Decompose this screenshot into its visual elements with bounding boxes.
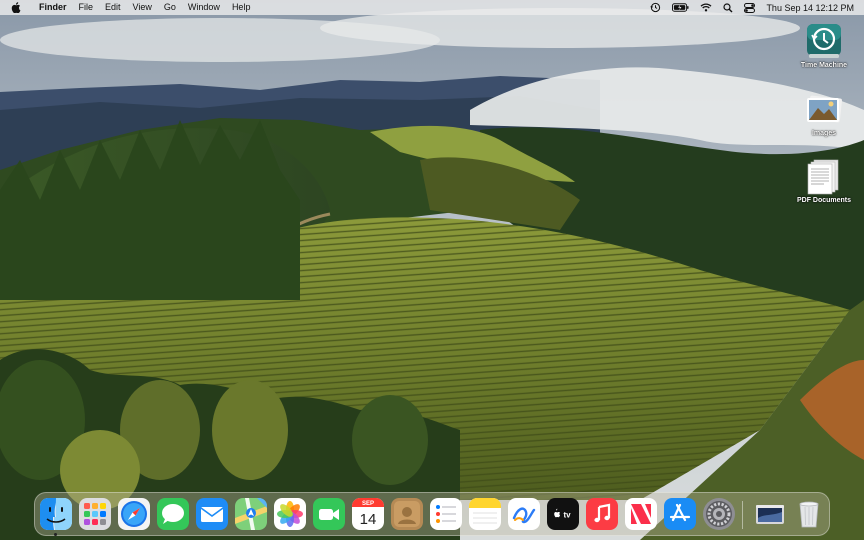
battery-icon[interactable] <box>672 3 689 12</box>
spotlight-search-icon[interactable] <box>723 2 733 13</box>
time-machine-status-icon[interactable] <box>650 2 661 13</box>
finder-running-indicator <box>54 533 57 536</box>
desktop-icon-time-machine[interactable]: Time Machine <box>789 21 859 69</box>
dock-notes-icon[interactable] <box>469 498 501 530</box>
dock-maps-icon[interactable] <box>235 498 267 530</box>
dock-divider <box>742 501 743 529</box>
desktop-icon-label: Time Machine <box>800 62 848 69</box>
menu-file[interactable]: File <box>73 0 100 15</box>
dock-tv-icon[interactable]: tv <box>547 498 579 530</box>
menu-help[interactable]: Help <box>226 0 257 15</box>
dock-safari-icon[interactable] <box>118 498 150 530</box>
desktop-wallpaper <box>0 0 864 540</box>
dock-freeform-icon[interactable] <box>508 498 540 530</box>
calendar-month: SEP <box>362 501 374 507</box>
dock-system-settings-icon[interactable] <box>703 498 735 530</box>
dock-news-icon[interactable] <box>625 498 657 530</box>
calendar-day: 14 <box>360 511 377 528</box>
desktop-icon-images[interactable]: Images <box>789 89 859 137</box>
dock-facetime-icon[interactable] <box>313 498 345 530</box>
dock-contacts-icon[interactable] <box>391 498 423 530</box>
dock-mail-icon[interactable] <box>196 498 228 530</box>
desktop-icon-pdf-documents[interactable]: PDF Documents <box>789 156 859 204</box>
desktop-icon-label: PDF Documents <box>796 197 852 204</box>
images-folder-icon <box>804 89 844 129</box>
dock-launchpad-icon[interactable] <box>79 498 111 530</box>
time-machine-icon <box>804 21 844 61</box>
dock-finder-icon[interactable] <box>40 498 72 530</box>
dock-screen-saver-window-icon[interactable] <box>754 498 786 530</box>
svg-text:tv: tv <box>563 511 571 520</box>
dock-music-icon[interactable] <box>586 498 618 530</box>
dock: SEP 14 tv <box>34 492 830 536</box>
apple-menu-icon[interactable] <box>11 2 23 13</box>
menu-window[interactable]: Window <box>182 0 226 15</box>
wifi-icon[interactable] <box>700 3 712 12</box>
menu-go[interactable]: Go <box>158 0 182 15</box>
dock-trash-icon[interactable] <box>793 498 825 530</box>
menu-edit[interactable]: Edit <box>99 0 127 15</box>
dock-app-store-icon[interactable] <box>664 498 696 530</box>
desktop-icon-label: Images <box>811 130 837 137</box>
dock-reminders-icon[interactable] <box>430 498 462 530</box>
control-center-icon[interactable] <box>744 2 756 13</box>
dock-messages-icon[interactable] <box>157 498 189 530</box>
menu-bar-clock[interactable]: Thu Sep 14 12:12 PM <box>766 3 854 13</box>
menu-app-name[interactable]: Finder <box>35 0 73 15</box>
pdf-documents-icon <box>804 156 844 196</box>
menu-bar: Finder File Edit View Go Window Help Thu… <box>0 0 864 15</box>
dock-photos-icon[interactable] <box>274 498 306 530</box>
dock-calendar-icon[interactable]: SEP 14 <box>352 498 384 530</box>
menu-view[interactable]: View <box>127 0 158 15</box>
